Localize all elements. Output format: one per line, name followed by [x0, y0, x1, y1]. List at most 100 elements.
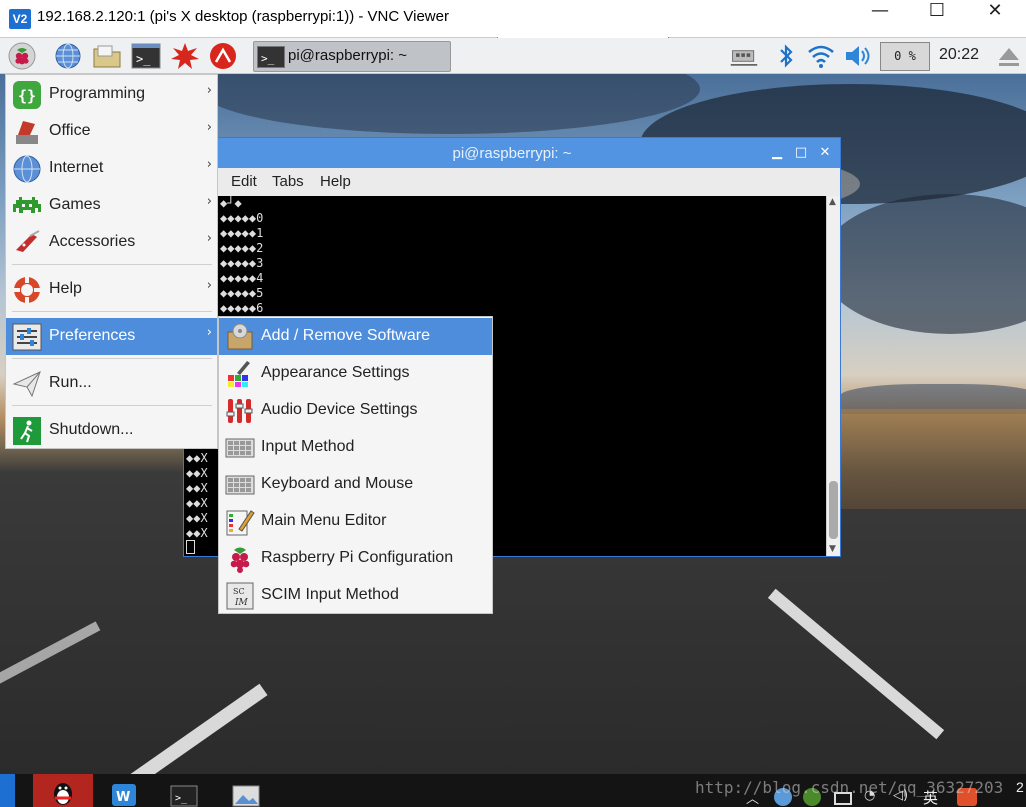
menu-item-label: Main Menu Editor [261, 512, 387, 529]
menu-item-shutdown[interactable]: Shutdown... [6, 412, 217, 449]
menu-item-scim-input-method[interactable]: SC IM SCIM Input Method [219, 577, 492, 614]
wifi-icon[interactable] [806, 42, 836, 70]
scroll-up-icon[interactable]: ▲ [829, 197, 836, 207]
svg-text:{}: {} [18, 87, 36, 105]
main-menu: {} Programming › Office › Internet › Gam… [5, 74, 218, 449]
menu-item-label: Programming [49, 85, 146, 102]
menu-item-programming[interactable]: {} Programming › [6, 76, 217, 113]
terminal-line: ◆◆X [186, 526, 208, 540]
image-viewer-icon [232, 785, 260, 807]
terminal-menu-tabs[interactable]: Tabs [272, 173, 304, 190]
menu-item-office[interactable]: Office › [6, 113, 217, 150]
vnc-taskbar-icon[interactable] [0, 774, 15, 807]
menu-item-raspberry-pi-configuration[interactable]: Raspberry Pi Configuration [219, 540, 492, 577]
taskbar-terminal-button[interactable]: >_ pi@raspberrypi: ~ [253, 41, 451, 72]
menu-item-add-remove-software[interactable]: Add / Remove Software [219, 318, 492, 355]
menu-item-label: Shutdown... [49, 421, 134, 438]
minimize-button[interactable]: — [851, 0, 909, 38]
terminal-line: ◆┘◆ [220, 196, 242, 210]
menu-item-label: SCIM Input Method [261, 586, 399, 603]
globe-icon[interactable] [53, 42, 83, 70]
terminal-line: ◆◆X [186, 511, 208, 525]
panel-clock[interactable]: 20:22 [939, 46, 979, 64]
image-viewer-taskbar-button[interactable] [230, 774, 262, 807]
menu-item-label: Accessories [49, 233, 136, 250]
games-invader-icon [13, 197, 41, 213]
internet-globe-icon [13, 155, 41, 183]
appearance-palette-icon [228, 361, 250, 387]
bluetooth-icon[interactable] [771, 42, 801, 70]
scrollbar-thumb[interactable] [829, 481, 838, 539]
terminal-scrollbar[interactable]: ▲ ▼ [826, 196, 840, 556]
terminal-maximize-button[interactable]: □ [792, 144, 810, 162]
wps-taskbar-button[interactable]: W [108, 774, 140, 807]
menu-item-keyboard-and-mouse[interactable]: Keyboard and Mouse [219, 466, 492, 503]
network-icon[interactable] [729, 42, 759, 70]
mathematica-icon[interactable] [170, 42, 200, 70]
programming-icon: {} [13, 81, 41, 109]
menu-editor-icon [226, 510, 255, 536]
terminal-line: ◆◆◆◆◆5 [220, 286, 264, 300]
office-icon [16, 121, 38, 144]
preferences-submenu: Add / Remove Software Appearance Setting… [218, 316, 493, 614]
menu-item-help[interactable]: Help › [6, 271, 217, 308]
menu-item-label: Keyboard and Mouse [261, 475, 414, 492]
terminal-line: ◆◆◆◆◆0 [220, 211, 264, 225]
maximize-button[interactable]: ☐ [908, 0, 966, 38]
chevron-right-icon: › [206, 83, 212, 98]
cpu-monitor[interactable]: 0 % [880, 42, 930, 71]
terminal-title: pi@raspberrypi: ~ [452, 145, 572, 162]
terminal-line: ◆◆◆◆◆4 [220, 271, 264, 285]
terminal-menu-edit[interactable]: Edit [231, 173, 257, 190]
menu-item-audio-device-settings[interactable]: Audio Device Settings [219, 392, 492, 429]
terminal-icon: >_ [257, 46, 285, 68]
menu-item-main-menu-editor[interactable]: Main Menu Editor [219, 503, 492, 540]
eject-icon[interactable] [994, 42, 1024, 70]
chevron-right-icon: › [206, 194, 212, 209]
menu-item-internet[interactable]: Internet › [6, 150, 217, 187]
menu-item-label: Internet [49, 159, 104, 176]
vnc-logo-icon: V2 [9, 9, 31, 29]
menu-item-label: Help [49, 280, 82, 297]
close-button[interactable]: ✕ [966, 0, 1024, 38]
menu-item-accessories[interactable]: Accessories › [6, 224, 217, 261]
host-clock[interactable]: 2 [1016, 779, 1024, 795]
terminal-taskbar-button[interactable]: >_ [168, 774, 200, 807]
package-box-icon [227, 323, 253, 350]
terminal-cursor [186, 540, 195, 554]
menu-item-input-method[interactable]: Input Method [219, 429, 492, 466]
wolfram-icon[interactable] [208, 42, 238, 70]
taskbar-terminal-label: pi@raspberrypi: ~ [288, 47, 408, 64]
terminal-icon[interactable]: >_ [131, 42, 161, 70]
qq-taskbar-button[interactable] [33, 774, 93, 807]
menu-item-label: Audio Device Settings [261, 401, 418, 418]
volume-icon[interactable] [843, 42, 873, 70]
pi-top-panel: >_ >_ pi@raspberrypi: ~ 0 % 20:22 [0, 38, 1026, 74]
terminal-minimize-button[interactable]: ▁ [768, 144, 786, 162]
menu-separator [12, 405, 212, 406]
audio-mixer-icon [226, 399, 253, 423]
menu-item-label: Appearance Settings [261, 364, 410, 381]
scim-icon: SC IM [226, 582, 254, 610]
folder-icon[interactable] [92, 42, 122, 70]
menu-item-preferences[interactable]: Preferences › [6, 318, 217, 355]
terminal-line: ◆◆X [186, 451, 208, 465]
run-paper-plane-icon [12, 371, 41, 398]
vnc-title-bar: V2 192.168.2.120:1 (pi's X desktop (rasp… [0, 0, 1026, 42]
keyboard-icon [225, 475, 255, 495]
terminal-line: ◆◆X [186, 496, 208, 510]
terminal-title-bar[interactable]: pi@raspberrypi: ~ ▁ □ ✕ [184, 138, 840, 168]
svg-text:SC: SC [233, 587, 245, 596]
terminal-menu-help[interactable]: Help [320, 173, 351, 190]
scroll-down-icon[interactable]: ▼ [829, 544, 836, 554]
raspberry-icon[interactable] [7, 42, 37, 70]
qq-penguin-icon [54, 783, 72, 805]
terminal-close-button[interactable]: ✕ [816, 144, 834, 162]
svg-text:W: W [116, 790, 130, 805]
menu-item-appearance-settings[interactable]: Appearance Settings [219, 355, 492, 392]
terminal-line: ◆◆◆◆◆3 [220, 256, 264, 270]
window-title: 192.168.2.120:1 (pi's X desktop (raspber… [37, 8, 449, 25]
menu-item-run[interactable]: Run... [6, 365, 217, 402]
menu-item-games[interactable]: Games › [6, 187, 217, 224]
terminal-line: ◆◆◆◆◆6 [220, 301, 264, 315]
